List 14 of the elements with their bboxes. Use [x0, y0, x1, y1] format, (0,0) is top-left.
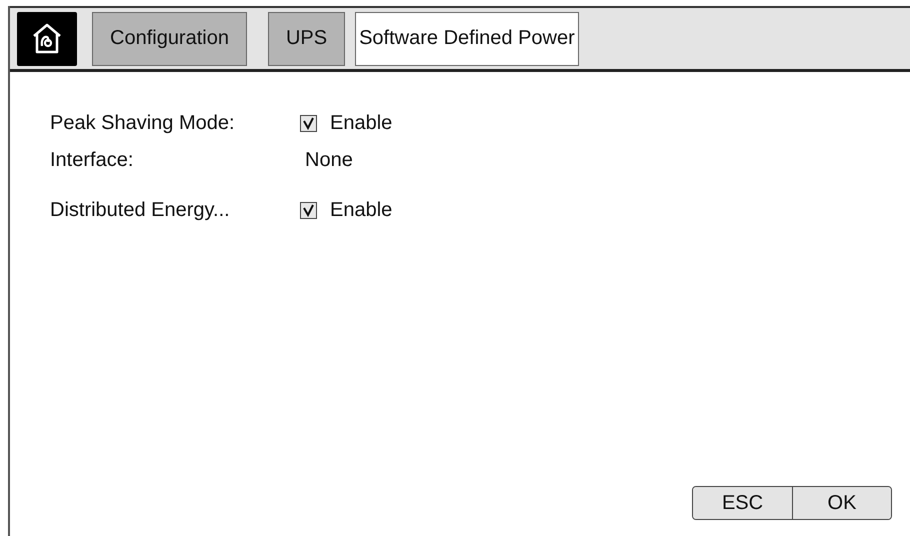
checkbox-label[interactable]: Enable: [330, 112, 392, 135]
setting-label: Peak Shaving Mode:: [50, 112, 236, 135]
tab[interactable]: Software Defined Power: [355, 12, 579, 66]
setting-label: Interface:: [50, 149, 134, 172]
checkbox-label[interactable]: Enable: [330, 199, 392, 222]
ok-button[interactable]: OK: [792, 487, 891, 519]
checkbox[interactable]: [300, 202, 317, 219]
checkbox[interactable]: [300, 115, 317, 132]
setting-value: None: [305, 149, 353, 172]
home-icon: [32, 22, 62, 54]
setting-label: Distributed Energy...: [50, 199, 231, 222]
tab[interactable]: UPS: [268, 12, 346, 66]
tab[interactable]: Configuration: [92, 12, 247, 66]
home-button[interactable]: [17, 12, 77, 66]
